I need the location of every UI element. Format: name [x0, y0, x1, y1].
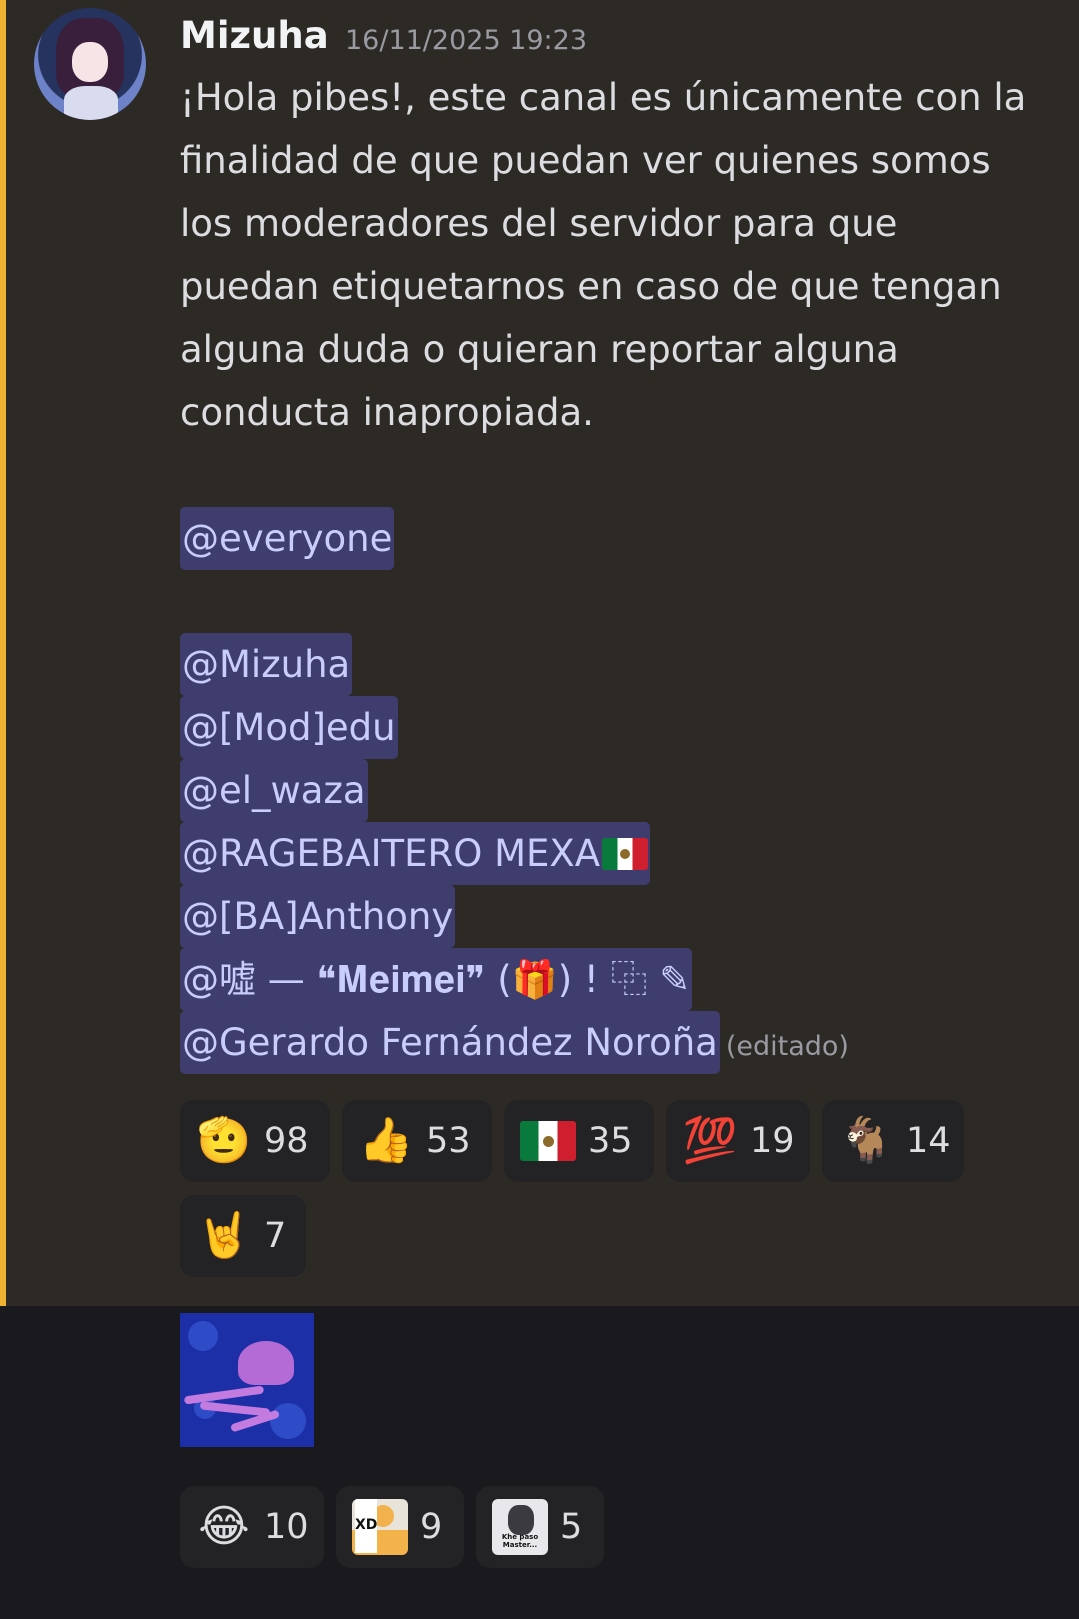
reaction-count: 5 [560, 1507, 583, 1547]
reaction-xd-custom[interactable]: XD 9 [336, 1486, 464, 1568]
mexico-flag-icon [520, 1113, 576, 1169]
mention-user[interactable]: @Gerardo Fernández Noroña [180, 1011, 720, 1074]
hundred-points-icon: 💯 [682, 1115, 738, 1166]
reaction-thumbs-up[interactable]: 👍 53 [342, 1100, 492, 1182]
reaction-count: 9 [420, 1507, 443, 1547]
message-timestamp: 16/11/2025 19:23 [345, 25, 588, 56]
message-line: los moderadores del servidor para que [180, 202, 898, 245]
reaction-goat[interactable]: 🐐 14 [822, 1100, 964, 1182]
reaction-mexico-flag[interactable]: 35 [504, 1100, 654, 1182]
mention-user[interactable]: @Mizuha [180, 633, 353, 696]
highlighted-message[interactable]: Mizuha 16/11/2025 19:23 ¡Hola pibes!, es… [0, 0, 1079, 1306]
message-line: ¡Hola pibes!, este canal es únicamente c… [180, 76, 1027, 119]
reaction-sign-of-horns[interactable]: 🤘 7 [180, 1195, 306, 1277]
mention-user[interactable]: @噓 — ❝𝐌𝐞𝐢𝐦𝐞𝐢❞ (🎁) ! ⿻ ✎ [180, 948, 693, 1011]
mention-label: @RAGEBAITERO MEXA [182, 832, 601, 875]
xd-badge-text: XD [355, 1499, 378, 1553]
reaction-count: 7 [264, 1216, 287, 1256]
mention-user[interactable]: @el_waza [180, 759, 368, 822]
message-line: alguna duda o quieran reportar alguna [180, 328, 899, 371]
jellyfish-icon [238, 1341, 294, 1385]
reaction-count: 53 [426, 1121, 471, 1161]
avatar[interactable] [34, 8, 146, 120]
mention-user-ragebaitero[interactable]: @RAGEBAITERO MEXA [180, 822, 651, 885]
reaction-count: 10 [264, 1507, 309, 1547]
khe-paso-master-emoji-icon: Khe paso Master... [492, 1499, 548, 1555]
reaction-joy-face[interactable]: 😂 10 [180, 1486, 324, 1568]
mention-everyone[interactable]: @everyone [180, 507, 395, 570]
message-content: ¡Hola pibes!, este canal es únicamente c… [180, 66, 1060, 1074]
message-line: conducta inapropiada. [180, 391, 594, 434]
author-name[interactable]: Mizuha [180, 14, 329, 57]
mexico-flag-icon [602, 838, 649, 870]
reaction-count: 35 [588, 1121, 633, 1161]
saluting-face-icon: 🫡 [196, 1115, 252, 1166]
mention-highlight-bar [0, 0, 6, 1306]
jellyfish-gif[interactable] [180, 1313, 314, 1447]
reaction-count: 98 [264, 1121, 309, 1161]
mention-user[interactable]: @[BA]Anthony [180, 885, 456, 948]
xd-custom-emoji-icon: XD [352, 1499, 408, 1555]
avatar-collar [64, 86, 118, 120]
reaction-hundred-points[interactable]: 💯 19 [666, 1100, 810, 1182]
message-line: finalidad de que puedan ver quienes somo… [180, 139, 991, 182]
thumbs-up-icon: 👍 [358, 1115, 414, 1166]
goat-icon: 🐐 [838, 1115, 894, 1166]
reaction-saluting-face[interactable]: 🫡 98 [180, 1100, 330, 1182]
edited-label: (editado) [725, 1031, 849, 1062]
avatar-face [72, 42, 108, 82]
message-line: puedan etiquetarnos en caso de que tenga… [180, 265, 1002, 308]
sign-of-horns-icon: 🤘 [196, 1210, 252, 1261]
reaction-count: 19 [750, 1121, 795, 1161]
reaction-khe-paso-custom[interactable]: Khe paso Master... 5 [476, 1486, 604, 1568]
reaction-count: 14 [906, 1121, 951, 1161]
khe-paso-badge-text: Khe paso Master... [501, 1533, 539, 1549]
joy-face-icon: 😂 [198, 1501, 250, 1552]
mention-user[interactable]: @[Mod]edu [180, 696, 398, 759]
